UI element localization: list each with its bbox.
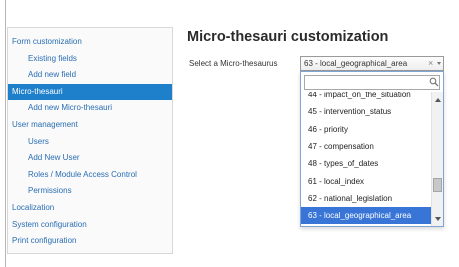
sidebar-item[interactable]: Form customization bbox=[8, 34, 172, 50]
dropdown-option[interactable]: 45 - intervention_status bbox=[301, 103, 431, 120]
micro-thesaurus-select[interactable]: 63 - local_geographical_area × bbox=[300, 56, 444, 71]
sidebar-item[interactable]: Micro-thesauri bbox=[8, 83, 172, 100]
dropdown-search-input[interactable] bbox=[304, 75, 440, 90]
search-icon bbox=[429, 77, 439, 87]
sidebar-item[interactable]: Add new Micro-thesauri bbox=[8, 100, 172, 116]
sidebar-item[interactable]: Roles / Module Access Control bbox=[8, 167, 172, 183]
sidebar-item[interactable]: Permissions bbox=[8, 183, 172, 199]
scroll-thumb[interactable] bbox=[433, 178, 442, 192]
dropdown-option[interactable]: 48 - types_of_dates bbox=[301, 155, 431, 172]
sidebar-item[interactable]: User management bbox=[8, 117, 172, 133]
dropdown-option[interactable]: 47 - compensation bbox=[301, 138, 431, 155]
clear-icon[interactable]: × bbox=[428, 58, 433, 69]
sidebar: Form customization Existing fields Add new… bbox=[7, 27, 173, 254]
dropdown-option[interactable]: 46 - priority bbox=[301, 121, 431, 138]
dropdown-option[interactable]: 62 - national_legislation bbox=[301, 190, 431, 207]
select-dropdown: 44 - impact_on_the_situation 45 - interve… bbox=[300, 71, 444, 227]
sidebar-item[interactable]: Print configuration bbox=[8, 233, 172, 249]
select-label: Select a Micro-thesaurus bbox=[189, 59, 278, 68]
dropdown-scrollbar[interactable] bbox=[431, 92, 443, 226]
select-value: 63 - local_geographical_area bbox=[304, 59, 408, 68]
page-title: Micro-thesauri customization bbox=[187, 29, 389, 45]
sidebar-item[interactable]: Add new field bbox=[8, 67, 172, 83]
scroll-up-arrow-icon[interactable] bbox=[435, 98, 441, 102]
sidebar-item[interactable]: Localization bbox=[8, 200, 172, 216]
window-edge bbox=[5, 0, 6, 267]
dropdown-option[interactable]: 63 - local_geographical_area bbox=[301, 207, 431, 225]
dropdown-option[interactable]: 44 - impact_on_the_situation bbox=[301, 92, 431, 103]
option-list: 44 - impact_on_the_situation 45 - interve… bbox=[301, 92, 431, 226]
dropdown-option[interactable]: 61 - local_index bbox=[301, 173, 431, 190]
sidebar-item[interactable]: System configuration bbox=[8, 217, 172, 233]
chevron-down-icon[interactable] bbox=[437, 62, 441, 65]
sidebar-item[interactable]: Existing fields bbox=[8, 51, 172, 67]
scroll-down-arrow-icon[interactable] bbox=[435, 217, 441, 221]
sidebar-item[interactable]: Add New User bbox=[8, 150, 172, 166]
sidebar-item[interactable]: Users bbox=[8, 134, 172, 150]
